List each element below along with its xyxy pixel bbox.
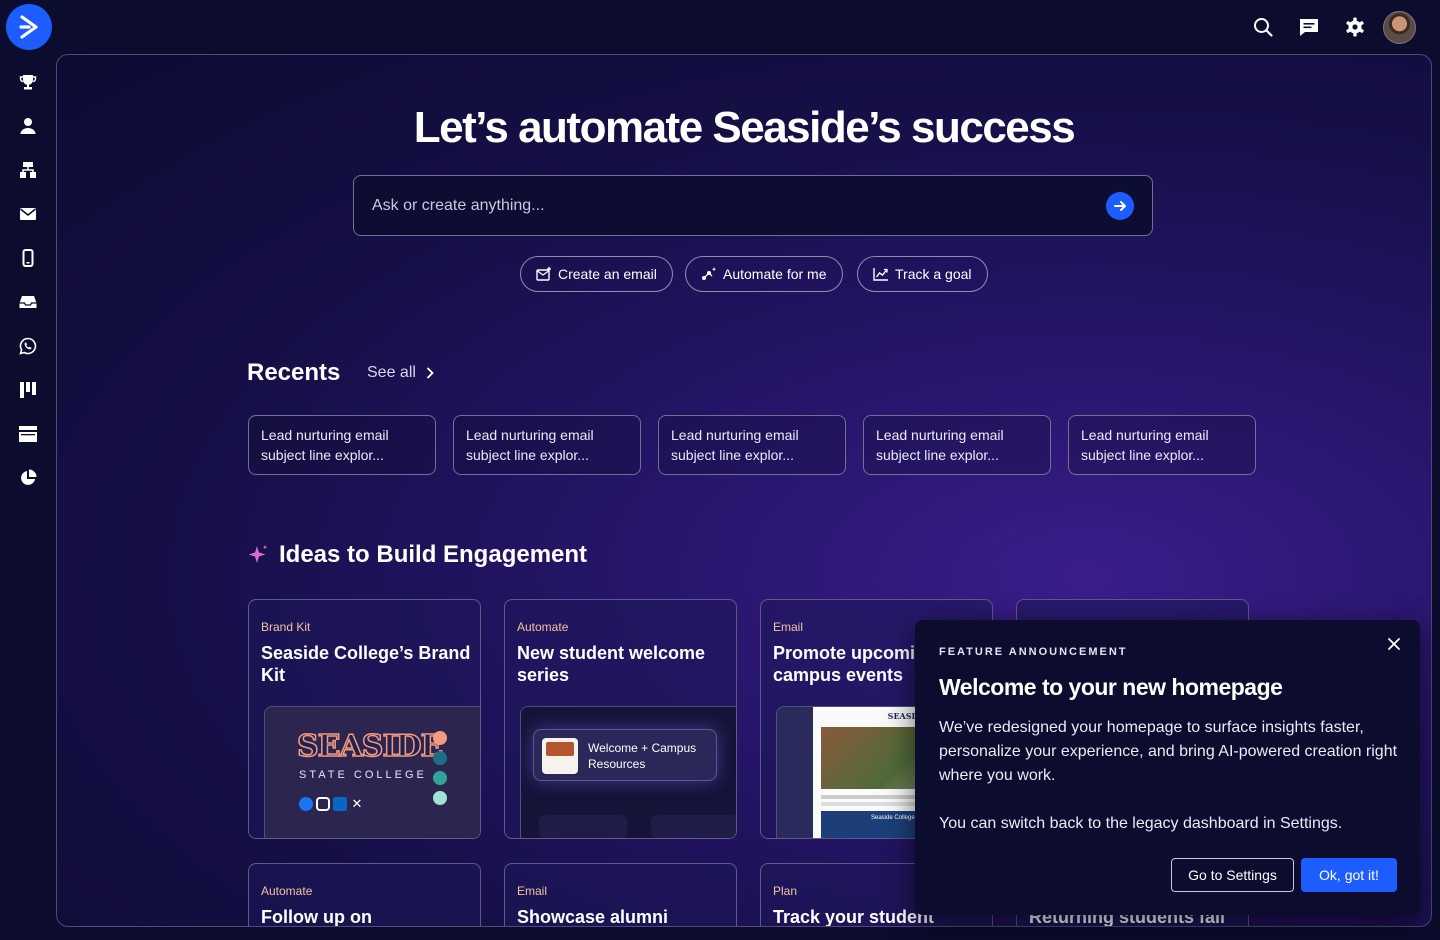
page-title: Let’s automate Seaside’s success: [413, 103, 1076, 152]
recents-heading: Recents: [247, 359, 341, 386]
create-email-button[interactable]: Create an email: [520, 256, 673, 292]
facebook-icon: [299, 797, 313, 811]
idea-card-showcase-alumni[interactable]: Email Showcase alumni: [504, 863, 737, 927]
welcome-node: Welcome + Campus Resources: [533, 729, 717, 781]
idea-card-welcome-series[interactable]: Automate New student welcome series Welc…: [504, 599, 737, 839]
card-category: Email: [773, 620, 804, 634]
ideas-heading: Ideas to Build Engagement: [247, 541, 587, 569]
layout-icon[interactable]: [16, 422, 40, 446]
see-all-label: See all: [367, 364, 416, 381]
dialog-title: Welcome to your new homepage: [939, 674, 1283, 700]
email-thumb-icon: [542, 738, 578, 774]
recent-item[interactable]: Lead nurturing email subject line explor…: [658, 415, 846, 475]
track-goal-label: Track a goal: [895, 266, 972, 282]
kanban-icon[interactable]: [16, 378, 40, 402]
ok-got-it-button[interactable]: Ok, got it!: [1301, 858, 1397, 892]
card-category: Brand Kit: [261, 620, 311, 634]
card-category: Plan: [773, 884, 798, 898]
recent-item[interactable]: Lead nurturing email subject line explor…: [1068, 415, 1256, 475]
close-icon: [1388, 638, 1400, 650]
inbox-icon[interactable]: [16, 290, 40, 314]
feature-announcement-dialog: FEATURE ANNOUNCEMENT Welcome to your new…: [915, 620, 1420, 915]
card-category: Email: [517, 884, 548, 898]
go-to-settings-button[interactable]: Go to Settings: [1171, 858, 1294, 892]
social-icons: ✕: [299, 797, 364, 811]
recent-item[interactable]: Lead nurturing email subject line explor…: [248, 415, 436, 475]
search-icon[interactable]: [1249, 13, 1277, 41]
card-category: Automate: [261, 884, 313, 898]
org-chart-icon[interactable]: [16, 158, 40, 182]
x-twitter-icon: ✕: [351, 796, 363, 811]
create-email-label: Create an email: [558, 266, 657, 282]
trophy-icon[interactable]: [16, 70, 40, 94]
whatsapp-icon[interactable]: [16, 334, 40, 358]
swatch: [433, 791, 447, 805]
sidebar: [0, 0, 56, 940]
idea-card-follow-up[interactable]: Automate Follow up on: [248, 863, 481, 927]
automate-label: Automate for me: [723, 266, 827, 282]
card-category: Automate: [517, 620, 569, 634]
email-add-icon: [536, 267, 551, 281]
email-caption: Seaside College: [871, 815, 915, 821]
settings-gear-icon[interactable]: [1341, 13, 1369, 41]
card-title: Follow up on: [261, 907, 372, 927]
swatch: [433, 751, 447, 765]
recent-item[interactable]: Lead nurturing email subject line explor…: [453, 415, 641, 475]
welcome-series-preview: Welcome + Campus Resources: [520, 706, 736, 838]
chart-trend-icon: [873, 268, 888, 281]
instagram-icon: [316, 797, 330, 811]
chevron-right-icon: [427, 367, 434, 379]
arrow-right-icon: [1114, 201, 1126, 211]
ask-search-box: [353, 175, 1153, 236]
app-logo[interactable]: [6, 4, 52, 50]
reports-pie-icon[interactable]: [16, 466, 40, 490]
brand-swatches: [433, 731, 447, 805]
user-avatar[interactable]: [1383, 11, 1416, 44]
brand-subtitle: STATE COLLEGE: [299, 769, 427, 781]
welcome-node-label: Welcome + Campus Resources: [588, 741, 697, 771]
automate-for-me-button[interactable]: Automate for me: [685, 256, 843, 292]
automation-sparkle-icon: [702, 267, 717, 280]
dialog-body: We’ve redesigned your homepage to surfac…: [939, 719, 1398, 784]
card-title: Showcase alumni: [517, 907, 669, 927]
submit-arrow-button[interactable]: [1106, 192, 1134, 220]
brand-wordmark: SEASIDE: [296, 728, 444, 765]
linkedin-icon: [333, 797, 347, 811]
ask-input[interactable]: [372, 176, 1092, 235]
mobile-icon[interactable]: [16, 246, 40, 270]
chat-icon[interactable]: [1295, 13, 1323, 41]
track-goal-button[interactable]: Track a goal: [857, 256, 988, 292]
brand-kit-preview: SEASIDE STATE COLLEGE ✕: [264, 706, 480, 838]
card-title: New student welcome series: [517, 643, 706, 685]
dialog-body-note: You can switch back to the legacy dashbo…: [939, 815, 1343, 832]
swatch: [433, 731, 447, 745]
recent-item[interactable]: Lead nurturing email subject line explor…: [863, 415, 1051, 475]
swatch: [433, 771, 447, 785]
close-button[interactable]: [1382, 632, 1406, 656]
contacts-icon[interactable]: [16, 114, 40, 138]
dialog-eyebrow: FEATURE ANNOUNCEMENT: [939, 646, 1128, 658]
card-title: Seaside College’s Brand Kit: [261, 643, 471, 685]
idea-card-brand-kit[interactable]: Brand Kit Seaside College’s Brand Kit SE…: [248, 599, 481, 839]
see-all-link[interactable]: See all: [367, 364, 434, 382]
ideas-title-text: Ideas to Build Engagement: [279, 541, 588, 568]
email-icon[interactable]: [16, 202, 40, 226]
sparkle-icon: [248, 545, 268, 563]
